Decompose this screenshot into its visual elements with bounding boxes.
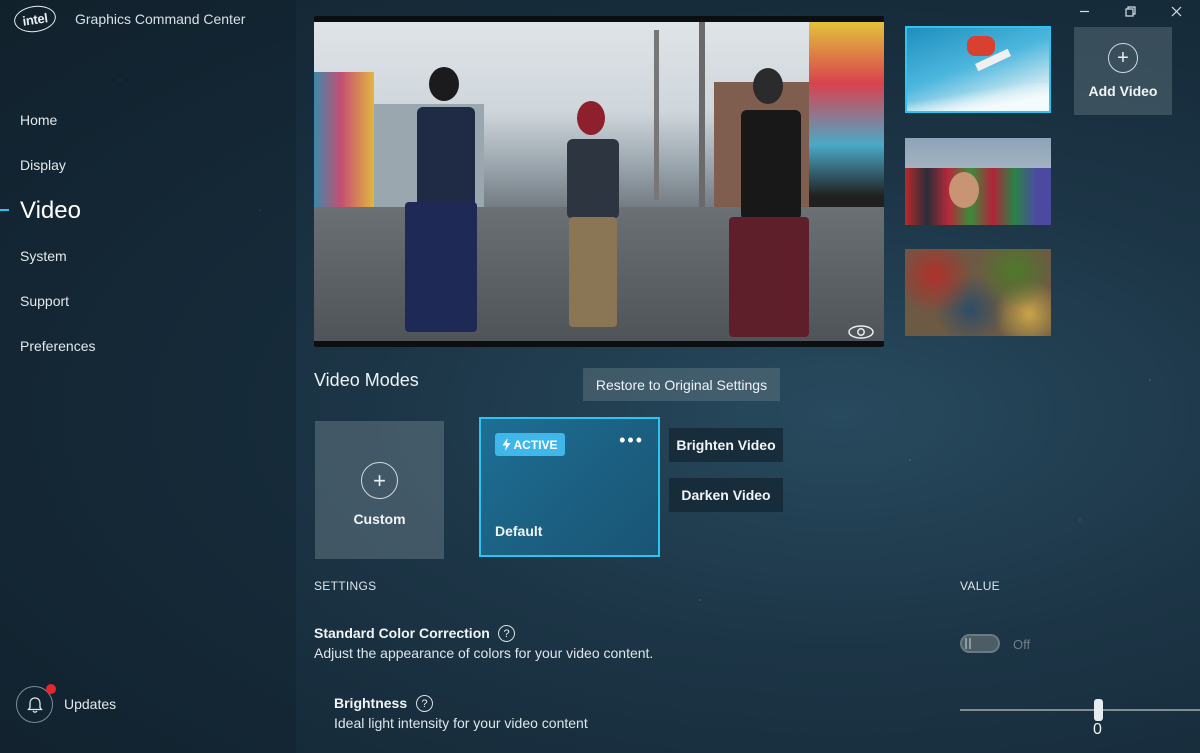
utility-pole xyxy=(699,22,705,212)
woman-face xyxy=(949,172,979,208)
sidebar-item-system[interactable]: System xyxy=(20,248,67,264)
crowd-figures xyxy=(905,168,1051,225)
add-video-button[interactable]: + Add Video xyxy=(1074,27,1172,115)
active-badge-label: ACTIVE xyxy=(513,437,558,452)
lightning-icon xyxy=(502,438,511,451)
sidebar-item-home[interactable]: Home xyxy=(20,112,57,128)
plus-icon: + xyxy=(361,462,398,499)
settings-header: SETTINGS xyxy=(314,579,377,593)
eye-icon[interactable] xyxy=(848,325,874,339)
utility-pole xyxy=(654,30,659,200)
custom-mode-label: Custom xyxy=(353,511,406,527)
video-preview[interactable] xyxy=(314,16,884,347)
intel-logo: intel xyxy=(12,3,58,35)
help-icon[interactable]: ? xyxy=(498,625,515,642)
bell-icon xyxy=(26,696,43,713)
dancer-right xyxy=(729,62,819,347)
active-badge: ACTIVE xyxy=(495,433,565,456)
video-modes-title: Video Modes xyxy=(314,370,419,390)
value-header: VALUE xyxy=(960,579,1000,593)
default-mode-label: Default xyxy=(495,523,543,539)
minimize-icon xyxy=(1079,10,1089,12)
plus-icon: + xyxy=(1108,43,1138,73)
brightness-slider-track[interactable] xyxy=(960,709,1200,711)
color-correction-toggle[interactable] xyxy=(960,634,1000,653)
add-video-label: Add Video xyxy=(1088,83,1158,99)
sidebar: intel Graphics Command Center Home Displ… xyxy=(0,0,296,753)
notification-dot xyxy=(46,684,56,694)
restore-button[interactable] xyxy=(1120,1,1140,21)
darken-video-option[interactable]: Darken Video xyxy=(669,478,783,512)
thumbnail-market[interactable] xyxy=(905,249,1051,336)
mural-wall-right xyxy=(809,22,884,227)
snow-spray xyxy=(907,83,1049,111)
toggle-state-label: Off xyxy=(1013,637,1031,652)
restore-icon xyxy=(1124,5,1136,17)
active-indicator xyxy=(0,209,9,211)
preview-scene xyxy=(314,22,884,341)
color-correction-title: Standard Color Correction xyxy=(314,625,490,641)
color-correction-description: Adjust the appearance of colors for your… xyxy=(314,645,654,661)
brighten-video-option[interactable]: Brighten Video xyxy=(669,428,783,462)
updates-label[interactable]: Updates xyxy=(64,696,116,712)
thumbnail-snowboarder[interactable] xyxy=(905,26,1051,113)
dancer-center xyxy=(559,87,629,337)
sidebar-item-support[interactable]: Support xyxy=(20,293,69,309)
brightness-description: Ideal light intensity for your video con… xyxy=(334,715,588,731)
brightness-slider-thumb[interactable] xyxy=(1094,699,1103,721)
custom-mode-card[interactable]: + Custom xyxy=(315,421,444,559)
close-button[interactable] xyxy=(1166,1,1186,21)
thumbnail-crowd[interactable] xyxy=(905,138,1051,225)
minimize-button[interactable] xyxy=(1074,1,1094,21)
sidebar-item-display[interactable]: Display xyxy=(20,157,66,173)
app-title: Graphics Command Center xyxy=(75,11,246,27)
restore-settings-button[interactable]: Restore to Original Settings xyxy=(583,368,780,401)
more-icon[interactable]: ••• xyxy=(619,431,644,449)
snowboarder-figure xyxy=(967,36,995,56)
default-mode-card[interactable]: ACTIVE ••• Default xyxy=(479,417,660,557)
close-icon xyxy=(1171,6,1181,16)
brightness-value: 0 xyxy=(1093,721,1102,738)
dancer-left xyxy=(399,52,489,342)
help-icon[interactable]: ? xyxy=(416,695,433,712)
toggle-knob xyxy=(965,638,976,649)
sidebar-item-preferences[interactable]: Preferences xyxy=(20,338,95,354)
brightness-title: Brightness xyxy=(334,695,408,711)
sidebar-item-video[interactable]: Video xyxy=(20,197,81,225)
thumbnail-image xyxy=(905,249,1051,336)
